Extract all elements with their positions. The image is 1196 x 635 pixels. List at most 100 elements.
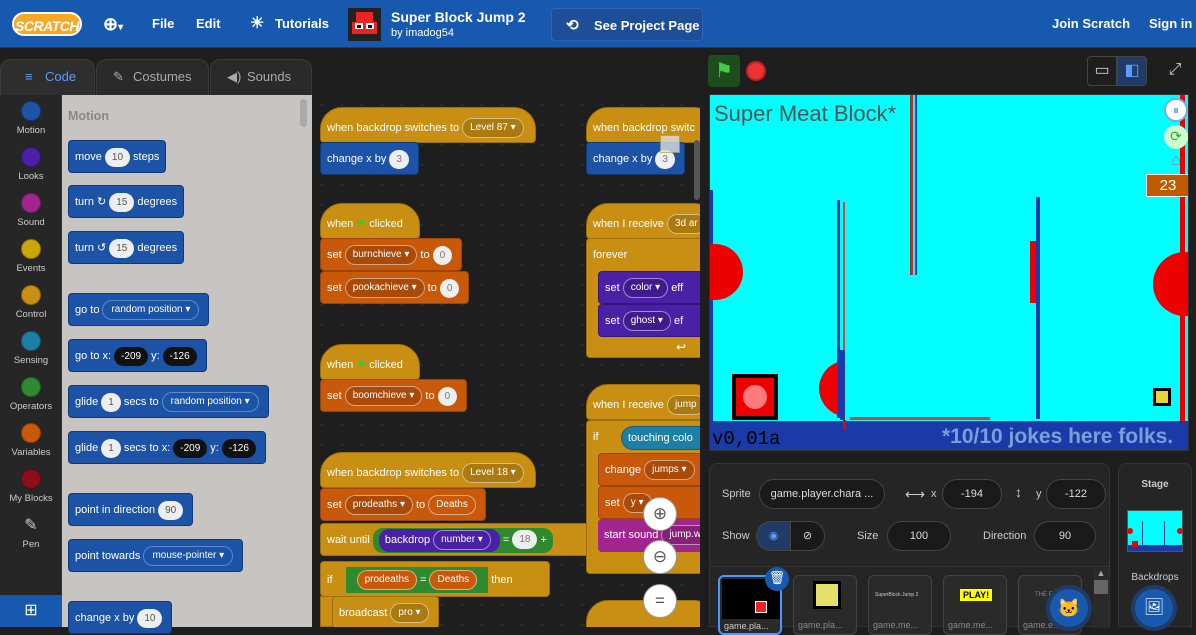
size-label: Size (857, 530, 879, 542)
change-x-block[interactable]: change x by 10 (68, 601, 173, 634)
category-control[interactable]: Control (0, 285, 62, 320)
point-towards-block[interactable]: point towards mouse-pointer ▾ (68, 539, 244, 572)
sprite-thumb[interactable]: SuperBlock Jump 2 game.me... (868, 575, 932, 635)
zoom-in-button[interactable]: ⊕ (643, 497, 677, 531)
palette-scrollbar[interactable] (300, 99, 307, 127)
stop-button[interactable] (746, 61, 766, 81)
project-thumbnail (348, 8, 381, 41)
hat-backdrop-switch-block[interactable]: when backdrop switches to Level 18 ▾ (320, 452, 536, 488)
category-events[interactable]: Events (0, 239, 62, 274)
sprite-thumb[interactable]: game.pla... (793, 575, 857, 635)
green-flag-icon: ⚑ (356, 359, 367, 371)
set-variable-block[interactable]: set prodeaths ▾ to Deaths (320, 488, 486, 521)
sign-in-link[interactable]: Sign in (1149, 0, 1192, 48)
script-area-scrollbar[interactable] (694, 140, 700, 200)
hat-flag-clicked-block[interactable]: when ⚑ clicked (320, 203, 420, 239)
go-to-block[interactable]: go to random position ▾ (68, 293, 210, 326)
loop-arrow-icon: ↩ (676, 340, 687, 354)
language-globe-icon[interactable]: ⊕▾ (103, 0, 123, 48)
change-variable-block[interactable]: change jumps ▾ (598, 453, 700, 486)
tutorials-button[interactable]: Tutorials (275, 0, 329, 48)
set-effect-block[interactable]: set ghost ▾ ef (598, 304, 700, 337)
set-variable-block[interactable]: set burnchieve ▾ to 0 (320, 238, 463, 271)
counter-badge: 23 (1146, 174, 1188, 197)
go-to-xy-block[interactable]: go to x: -209 y: -126 (68, 339, 207, 372)
category-operators[interactable]: Operators (0, 377, 62, 412)
project-title: Super Block Jump 2 (391, 9, 526, 25)
normal-stage-icon[interactable]: ◧ (1117, 56, 1147, 86)
broadcast-block[interactable]: broadcast pro ▾ (332, 596, 439, 627)
category-sensing[interactable]: Sensing (0, 331, 62, 366)
green-flag-icon: ⚑ (356, 218, 367, 230)
y-arrows-icon: ↕ (1015, 484, 1022, 500)
y-label: y (1036, 488, 1042, 500)
script-area[interactable]: when backdrop switches to Level 87 ▾ chan… (312, 95, 700, 627)
scratch-logo[interactable]: SCRATCH (12, 12, 82, 36)
if-then-block[interactable]: if prodeaths = Deaths then (320, 561, 550, 597)
zoom-out-button[interactable]: ⊖ (643, 540, 677, 574)
hat-backdrop-switch-block[interactable]: when backdrop switches to Level 87 ▾ (320, 107, 536, 143)
looks-dot-icon (21, 147, 41, 167)
hat-when-i-receive-block[interactable]: when I receive 3d ar (586, 203, 700, 239)
direction-label: Direction (983, 530, 1027, 542)
turn-right-block[interactable]: turn ↻ 15 degrees (68, 185, 185, 218)
turn-left-block[interactable]: turn ↺ 15 degrees (68, 231, 185, 264)
category-label: Variables (11, 447, 51, 458)
point-direction-block[interactable]: point in direction 90 (68, 493, 194, 526)
category-looks[interactable]: Looks (0, 147, 62, 182)
add-backdrop-image-icon[interactable]: 🖼 (1131, 585, 1177, 631)
tab-costumes[interactable]: ✎ Costumes (96, 59, 209, 95)
direction-field[interactable]: 90 (1034, 521, 1096, 551)
sprite-label: Sprite (722, 488, 751, 500)
project-author[interactable]: by imadog54 (391, 27, 454, 39)
small-stage-icon[interactable]: ▭ (1087, 56, 1117, 86)
restart-icon[interactable]: ⟳ (1164, 125, 1188, 149)
stage-canvas[interactable]: Super Meat Block* ⏸ ⟳ ⌂ 23 v0,01a *10/10… (709, 94, 1189, 451)
trash-can-icon[interactable]: ⌂ (1164, 152, 1188, 172)
hat-backdrop-switch-block[interactable]: when backdrop switc (586, 107, 700, 143)
file-menu[interactable]: File (152, 0, 174, 48)
block-palette: Motion move 10 steps turn ↻ 15 degrees turn … (62, 95, 312, 634)
see-project-page-button[interactable]: ⟲ See Project Page (551, 8, 703, 41)
x-field[interactable]: -194 (942, 479, 1002, 509)
category-my-blocks[interactable]: My Blocks (0, 469, 62, 504)
add-extension-button[interactable]: ⊞ (0, 595, 62, 627)
category-pen[interactable]: ✎ Pen (0, 515, 62, 550)
change-x-block[interactable]: change x by 3 (320, 142, 419, 175)
tab-code-label: Code (45, 69, 77, 84)
edit-menu[interactable]: Edit (196, 0, 221, 48)
glide-block[interactable]: glide 1 secs to random position ▾ (68, 385, 269, 418)
y-field[interactable]: -122 (1046, 479, 1106, 509)
category-variables[interactable]: Variables (0, 423, 62, 458)
sprite-thumb[interactable]: PLAY! game.me... (943, 575, 1007, 635)
delete-sprite-trash-icon[interactable]: 🗑 (765, 567, 789, 591)
pause-icon[interactable]: ⏸ (1164, 98, 1188, 122)
glide-xy-block[interactable]: glide 1 secs to x: -209 y: -126 (68, 431, 266, 464)
set-variable-block[interactable]: set pookachieve ▾ to 0 (320, 271, 470, 304)
x-arrows-icon: ⟷ (905, 486, 926, 502)
version-text: v0,01a (712, 428, 781, 450)
sprite-name-field[interactable]: game.player.chara ... (759, 479, 885, 509)
tab-code[interactable]: ≡ Code (0, 59, 95, 95)
hat-flag-clicked-block[interactable]: when ⚑ clicked (320, 344, 420, 380)
move-steps-block[interactable]: move 10 steps (68, 140, 167, 173)
category-motion[interactable]: Motion (0, 101, 62, 136)
category-label: My Blocks (9, 493, 53, 504)
sprite-list-scrollbar[interactable]: ▲ (1093, 568, 1109, 628)
wait-until-block[interactable]: wait until backdrop number ▾ = 18 + (320, 523, 592, 556)
size-field[interactable]: 100 (887, 521, 951, 551)
show-visible-eye-icon[interactable]: ◉ (756, 521, 791, 551)
set-variable-block[interactable]: set boomchieve ▾ to 0 (320, 379, 468, 412)
add-sprite-cat-icon[interactable]: 🐱 (1046, 585, 1092, 631)
zoom-reset-button[interactable]: = (643, 584, 677, 618)
green-flag-button[interactable]: ⚑ (708, 55, 740, 87)
tab-sounds[interactable]: ◀) Sounds (210, 59, 312, 95)
set-effect-block[interactable]: set color ▾ eff (598, 271, 700, 304)
category-label: Operators (9, 401, 53, 412)
hat-when-i-receive-block[interactable]: when I receive jump (586, 384, 700, 420)
join-scratch-link[interactable]: Join Scratch (1052, 0, 1130, 48)
category-sound[interactable]: Sound (0, 193, 62, 228)
fullscreen-icon[interactable]: ⤢ (1160, 56, 1190, 86)
hide-eye-icon[interactable]: ⊘ (790, 521, 825, 551)
stage-game-title: Super Meat Block* (714, 101, 897, 126)
